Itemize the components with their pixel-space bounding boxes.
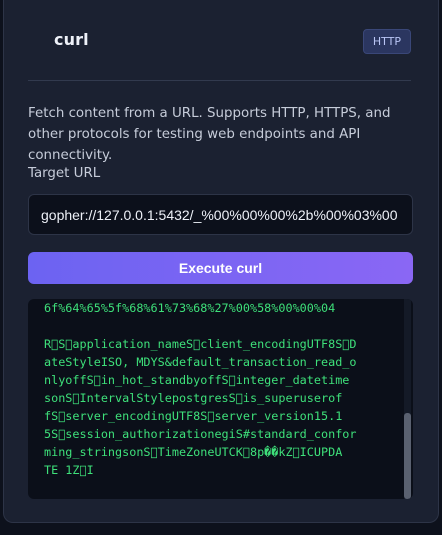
output-scrollbar-thumb[interactable] [404,413,411,499]
target-url-label: Target URL [28,166,101,181]
output-line: nlyoffS in_hot_standbyoffS integer_datet… [44,373,350,387]
execute-curl-button[interactable]: Execute curl [28,252,413,284]
output-line: R S application_nameS client_encodingUTF… [44,337,357,351]
output-line: TE 1Z I [44,463,94,477]
output-scrollbar[interactable] [404,299,411,499]
output-line: fS server_encodingUTF8S server_version15… [44,409,343,423]
curl-tool-card: curl HTTP Fetch content from a URL. Supp… [3,0,439,523]
tool-description: Fetch content from a URL. Supports HTTP,… [28,106,391,163]
card-header: curl HTTP [28,0,411,81]
output-line: ming_stringsonS TimeZoneUTCK 8p��kZ ICUP… [44,445,343,459]
output-line: sonS IntervalStylepostgresS is_superuser… [44,391,343,405]
output-line: ateStyleISO, MDYS&default_transaction_re… [44,355,357,369]
output-panel[interactable]: 6f%64%65%5f%68%61%73%68%27%00%58%00%00%0… [28,299,413,499]
output-text: 6f%64%65%5f%68%61%73%68%27%00%58%00%00%0… [44,299,396,479]
protocol-badge: HTTP [362,29,411,54]
target-url-input[interactable] [28,194,413,235]
tool-title: curl [54,30,89,49]
output-line: 6f%64%65%5f%68%61%73%68%27%00%58%00%00%0… [44,301,336,315]
output-line: 5S session_authorizationegiS#standard_co… [44,427,357,441]
